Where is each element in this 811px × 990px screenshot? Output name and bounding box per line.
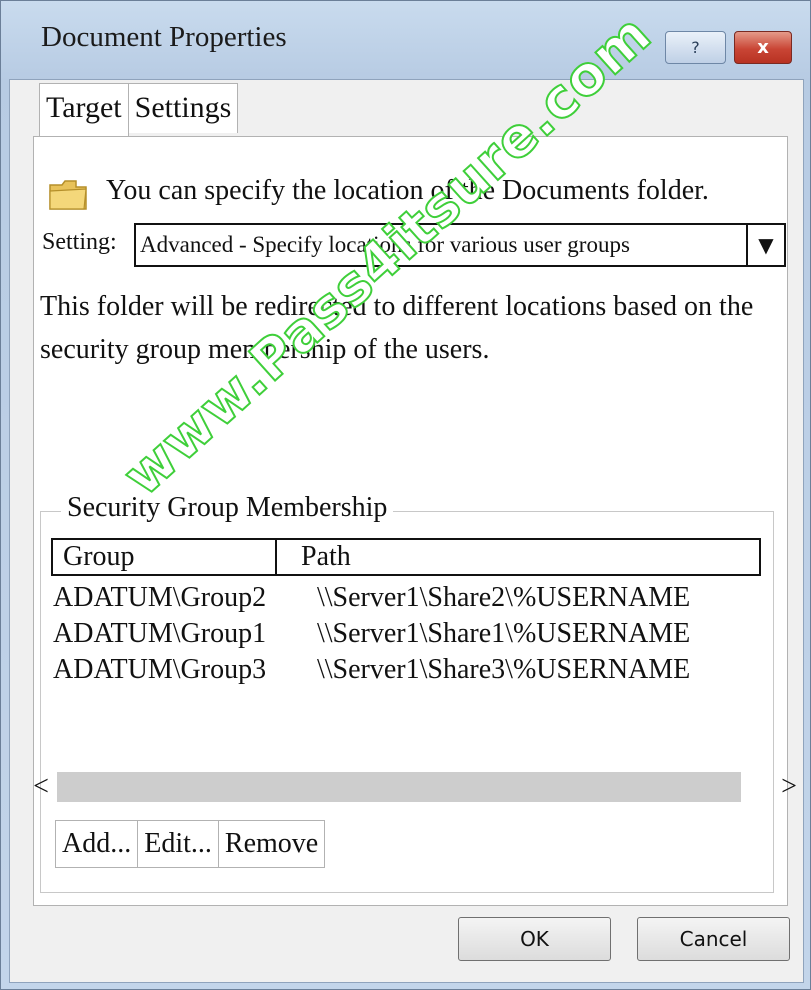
- tab-settings[interactable]: Settings: [127, 83, 239, 133]
- table-row[interactable]: ADATUM\Group1 \\Server1\Share1\%USERNAME: [51, 616, 761, 652]
- add-button[interactable]: Add...: [55, 820, 139, 868]
- intro-text: You can specify the location of the Docu…: [106, 175, 709, 206]
- scroll-left-icon[interactable]: <: [31, 770, 51, 804]
- ok-button[interactable]: OK: [458, 917, 611, 961]
- scrollbar-thumb[interactable]: [57, 772, 741, 802]
- row-group: ADATUM\Group2: [53, 582, 267, 613]
- remove-button[interactable]: Remove: [217, 820, 326, 868]
- table-row[interactable]: ADATUM\Group2 \\Server1\Share2\%USERNAME: [51, 580, 761, 616]
- setting-dropdown[interactable]: Advanced - Specify locations for various…: [134, 223, 786, 267]
- membership-list: ADATUM\Group2 \\Server1\Share2\%USERNAME…: [51, 580, 761, 688]
- security-group-membership-box: Security Group Membership Group Path ADA…: [33, 492, 797, 893]
- row-path: \\Server1\Share3\%USERNAME: [317, 654, 691, 685]
- redirect-description: This folder will be redirected to differ…: [40, 291, 754, 365]
- target-panel: You can specify the location of the Docu…: [33, 136, 797, 906]
- membership-buttons: Add... Edit... Remove: [55, 820, 326, 868]
- dialog-title: Document Properties: [41, 21, 287, 53]
- close-button[interactable]: x: [734, 31, 792, 64]
- dropdown-arrow-icon[interactable]: ▼: [746, 225, 784, 265]
- row-path: \\Server1\Share2\%USERNAME: [317, 582, 691, 613]
- horizontal-scrollbar[interactable]: < >: [33, 770, 797, 804]
- setting-label: Setting:: [42, 229, 117, 255]
- row-group: ADATUM\Group3: [53, 654, 267, 685]
- cancel-button[interactable]: Cancel: [637, 917, 790, 961]
- row-group: ADATUM\Group1: [53, 618, 267, 649]
- folder-icon: [49, 180, 87, 210]
- setting-selected-value: Advanced - Specify locations for various…: [140, 232, 630, 257]
- document-properties-dialog: Document Properties ? x Target Settings …: [0, 0, 811, 990]
- title-bar: Document Properties ? x: [1, 1, 811, 79]
- column-header-group[interactable]: Group: [53, 540, 277, 574]
- table-row[interactable]: ADATUM\Group3 \\Server1\Share3\%USERNAME: [51, 652, 761, 688]
- list-header: Group Path: [51, 538, 761, 576]
- help-button[interactable]: ?: [665, 31, 726, 64]
- groupbox-legend: Security Group Membership: [61, 492, 394, 524]
- dialog-body: Target Settings You can specify the loca…: [9, 79, 804, 983]
- column-header-path[interactable]: Path: [277, 540, 759, 574]
- scroll-right-icon[interactable]: >: [779, 770, 799, 804]
- tab-strip: Target Settings: [39, 83, 239, 137]
- tab-target[interactable]: Target: [39, 83, 129, 137]
- edit-button[interactable]: Edit...: [137, 820, 219, 868]
- row-path: \\Server1\Share1\%USERNAME: [317, 618, 691, 649]
